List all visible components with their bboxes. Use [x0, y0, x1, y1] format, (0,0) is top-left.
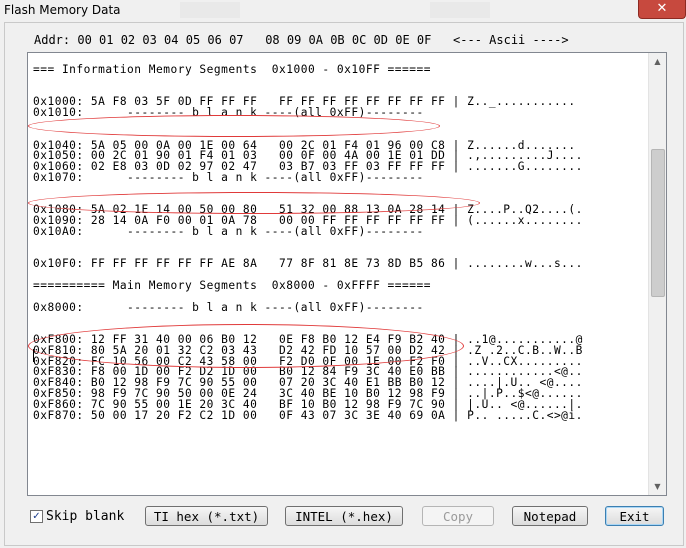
exit-button[interactable]: Exit	[605, 506, 664, 526]
memory-dump-textarea[interactable]: === Information Memory Segments 0x1000 -…	[27, 52, 667, 496]
scroll-down-arrow-icon[interactable]: ▼	[649, 478, 666, 495]
background-window-ghost	[180, 2, 240, 18]
scroll-up-arrow-icon[interactable]: ▲	[649, 53, 666, 70]
address-header: Addr: 00 01 02 03 04 05 06 07 08 09 0A 0…	[34, 33, 569, 47]
window-title: Flash Memory Data	[4, 3, 121, 17]
vertical-scrollbar[interactable]: ▲ ▼	[648, 53, 666, 495]
background-window-ghost	[430, 2, 490, 18]
intel-hex-button[interactable]: INTEL (*.hex)	[285, 506, 403, 526]
skip-blank-label[interactable]: Skip blank	[46, 509, 124, 524]
text-cursor	[33, 349, 34, 362]
ti-hex-button[interactable]: TI hex (*.txt)	[145, 506, 268, 526]
copy-button[interactable]: Copy	[422, 506, 494, 526]
title-bar: Flash Memory Data ✕	[0, 0, 686, 22]
memory-dump-text: === Information Memory Segments 0x1000 -…	[33, 63, 583, 422]
scrollbar-thumb[interactable]	[651, 149, 665, 297]
close-button[interactable]: ✕	[638, 0, 686, 19]
skip-blank-checkbox[interactable]: ✓	[30, 510, 43, 523]
notepad-button[interactable]: Notepad	[512, 506, 588, 526]
